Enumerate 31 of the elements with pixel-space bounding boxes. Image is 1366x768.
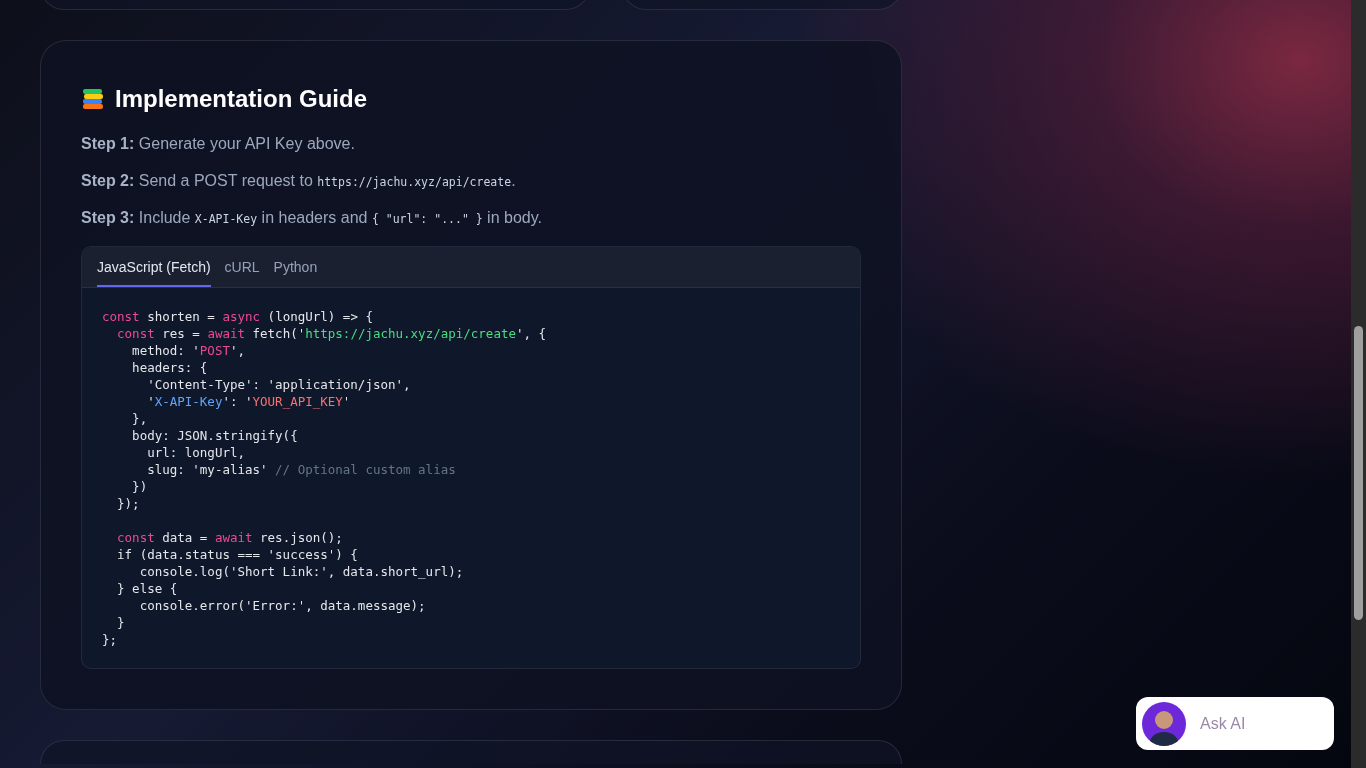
code-line: console.error('Error:', data.message); <box>138 596 427 614</box>
language-tab[interactable]: JavaScript (Fetch) <box>97 256 211 287</box>
code-line: slug: 'my-alias' // Optional custom alias <box>146 460 457 478</box>
chat-widget[interactable]: Ask AI <box>1136 697 1334 750</box>
code-line: method: 'POST', <box>131 341 246 359</box>
code-line: const shorten = async (longUrl) => { <box>102 307 374 325</box>
avatar-icon <box>1142 701 1186 746</box>
code-line: }); <box>116 494 141 512</box>
code-line: body: JSON.stringify({ <box>131 426 299 444</box>
code-line: }) <box>131 477 149 495</box>
code-line: 'X-API-Key': 'YOUR_API_KEY' <box>146 392 352 410</box>
code-line: }; <box>102 630 119 648</box>
ask-ai-field[interactable]: Ask AI <box>1198 710 1318 737</box>
code-line: headers: { <box>131 358 209 376</box>
section-title: Implementation Guide <box>115 85 368 114</box>
language-tab[interactable]: cURL <box>224 256 260 287</box>
code-line: 'Content-Type': 'application/json', <box>146 375 412 393</box>
code-line: const data = await res.json(); <box>116 528 344 546</box>
scrollbar[interactable] <box>1351 0 1366 768</box>
books-icon <box>81 87 105 112</box>
step-text: Step 3: Include X-API-Key in headers and { "url": "..." } in body. <box>81 207 543 228</box>
step-text: Step 1: Generate your API Key above. <box>81 133 356 154</box>
code-line: if (data.status === 'success') { <box>116 545 359 563</box>
step-text: Step 2: Send a POST request to https://jachu.xyz/api/create. <box>81 170 517 191</box>
language-tab[interactable]: Python <box>273 256 318 287</box>
code-line: } <box>116 613 126 631</box>
code-line: url: longUrl, <box>146 443 246 461</box>
code-line: }, <box>131 409 149 427</box>
code-line: } else { <box>116 579 179 597</box>
code-line: const res = await fetch('https://jachu.xyz/api/create', { <box>116 324 548 342</box>
code-line: console.log('Short Link:', data.short_url); <box>138 562 465 580</box>
